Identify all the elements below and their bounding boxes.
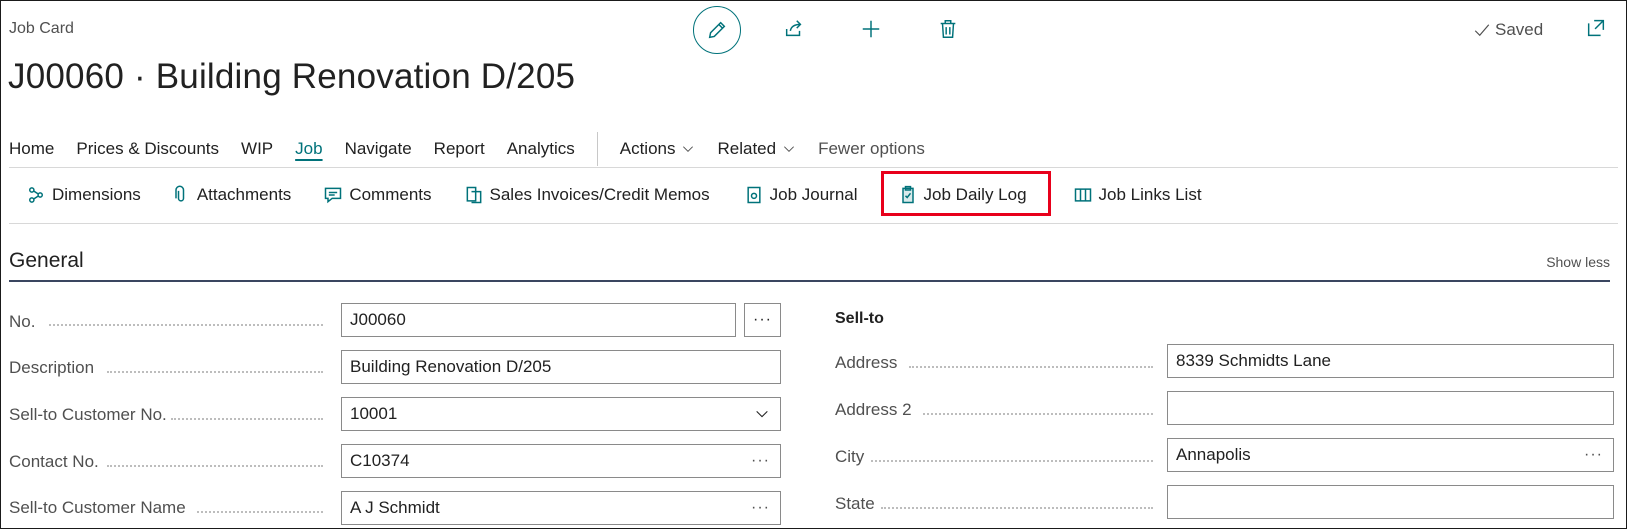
field-label-address-2: Address 2 <box>835 400 912 419</box>
state-input[interactable] <box>1167 485 1614 519</box>
page-kind-label: Job Card <box>9 20 74 37</box>
menu-analytics[interactable]: Analytics <box>507 139 575 159</box>
columns-icon <box>1074 188 1091 202</box>
field-label-sell-to-customer-name: Sell-to Customer Name <box>9 498 186 517</box>
menu-prices-discounts[interactable]: Prices & Discounts <box>76 139 219 159</box>
city-value: Annapolis <box>1176 445 1251 464</box>
address-2-input[interactable] <box>1167 391 1614 425</box>
chevron-down-icon <box>784 146 795 152</box>
action-job-links-list-label: Job Links List <box>1098 185 1202 204</box>
menu-divider <box>596 132 598 166</box>
section-title-general: General <box>9 249 84 272</box>
paperclip-icon <box>175 185 185 202</box>
action-sales-invoices-label: Sales Invoices/Credit Memos <box>489 185 710 204</box>
ellipsis-icon[interactable]: ··· <box>751 492 770 524</box>
sell-to-customer-no-value: 10001 <box>350 404 398 423</box>
menu-actions[interactable]: Actions <box>620 139 696 159</box>
action-attachments[interactable]: Attachments <box>171 180 292 210</box>
no-assist-button[interactable]: ··· <box>744 303 781 337</box>
menu-report[interactable]: Report <box>434 139 485 159</box>
leader-dots <box>107 465 323 467</box>
city-input[interactable]: Annapolis ··· <box>1167 438 1614 472</box>
contact-no-value: C10374 <box>350 451 410 470</box>
new-button[interactable] <box>858 16 884 42</box>
menu-job[interactable]: Job <box>295 139 322 159</box>
sell-to-customer-name-value: A J Schmidt <box>350 498 440 517</box>
description-input[interactable]: Building Renovation D/205 <box>341 350 781 384</box>
field-label-sell-to-customer-no: Sell-to Customer No. <box>9 405 167 424</box>
field-label-address: Address <box>835 353 898 372</box>
saved-status: Saved <box>1473 20 1543 40</box>
action-dimensions[interactable]: Dimensions <box>26 180 141 210</box>
trash-icon <box>940 20 956 38</box>
no-input[interactable]: J00060 <box>341 303 736 337</box>
menu-actions-label: Actions <box>619 139 676 158</box>
document-copy-icon <box>466 186 481 204</box>
delete-button[interactable] <box>935 16 961 42</box>
field-label-description: Description <box>9 358 95 377</box>
ellipsis-icon[interactable]: ··· <box>751 445 770 477</box>
action-comments[interactable]: Comments <box>323 180 432 210</box>
chevron-down-icon <box>683 146 694 152</box>
action-attachments-label: Attachments <box>196 185 292 204</box>
action-dimensions-label: Dimensions <box>52 185 141 204</box>
field-label-no: No. <box>9 312 36 331</box>
sell-to-customer-name-input[interactable]: A J Schmidt ··· <box>341 491 781 525</box>
sell-to-group-title: Sell-to <box>835 310 884 327</box>
field-label-contact-no: Contact No. <box>9 452 99 471</box>
leader-dots <box>909 366 1153 368</box>
leader-dots <box>107 371 323 373</box>
leader-dots <box>171 418 323 420</box>
share-icon <box>785 20 802 37</box>
menu-related[interactable]: Related <box>717 139 796 159</box>
menu-wip[interactable]: WIP <box>241 139 273 159</box>
address-input[interactable]: 8339 Schmidts Lane <box>1167 344 1614 378</box>
contact-no-input[interactable]: C10374 ··· <box>341 444 781 478</box>
subbar-divider-line <box>9 223 1618 224</box>
leader-dots <box>923 413 1153 415</box>
action-bar: Home Prices & Discounts WIP Job Navigate… <box>9 132 947 166</box>
popout-icon <box>1587 19 1605 37</box>
leader-dots <box>197 511 323 513</box>
saved-label: Saved <box>1495 20 1544 39</box>
ellipsis-icon: ··· <box>753 311 772 328</box>
action-job-journal[interactable]: Job Journal <box>744 180 858 210</box>
leader-dots <box>49 324 323 326</box>
edit-button[interactable] <box>693 6 741 54</box>
show-less-link[interactable]: Show less <box>1546 254 1610 270</box>
journal-icon <box>747 186 761 204</box>
leader-dots <box>871 460 1153 462</box>
page-title: J00060 · Building Renovation D/205 <box>8 57 576 96</box>
chevron-down-icon <box>754 398 770 430</box>
leader-dots <box>881 507 1153 509</box>
dimensions-icon <box>29 187 44 203</box>
menu-related-label: Related <box>717 139 777 158</box>
share-button[interactable] <box>781 16 807 42</box>
action-job-journal-label: Job Journal <box>769 185 858 204</box>
menu-fewer-options[interactable]: Fewer options <box>818 139 925 159</box>
sell-to-customer-no-select[interactable]: 10001 <box>341 397 781 431</box>
field-label-state: State <box>835 494 875 513</box>
job-card-window: Job Card J00060 · Building Renovation D/… <box>0 0 1627 529</box>
pencil-icon <box>708 21 726 39</box>
plus-icon <box>862 20 880 38</box>
action-comments-label: Comments <box>349 185 432 204</box>
ellipsis-icon[interactable]: ··· <box>1584 439 1603 471</box>
comment-icon <box>325 187 342 204</box>
action-job-links-list[interactable]: Job Links List <box>1073 180 1202 210</box>
menu-home[interactable]: Home <box>9 139 54 159</box>
action-sales-invoices-credit-memos[interactable]: Sales Invoices/Credit Memos <box>464 180 710 210</box>
open-new-window-button[interactable] <box>1585 17 1607 39</box>
menu-divider-line <box>9 167 1618 168</box>
field-label-city: City <box>835 447 865 466</box>
section-underline <box>9 280 1610 282</box>
checkmark-icon <box>1474 24 1490 37</box>
highlight-box <box>881 171 1051 216</box>
menu-navigate[interactable]: Navigate <box>345 139 412 159</box>
